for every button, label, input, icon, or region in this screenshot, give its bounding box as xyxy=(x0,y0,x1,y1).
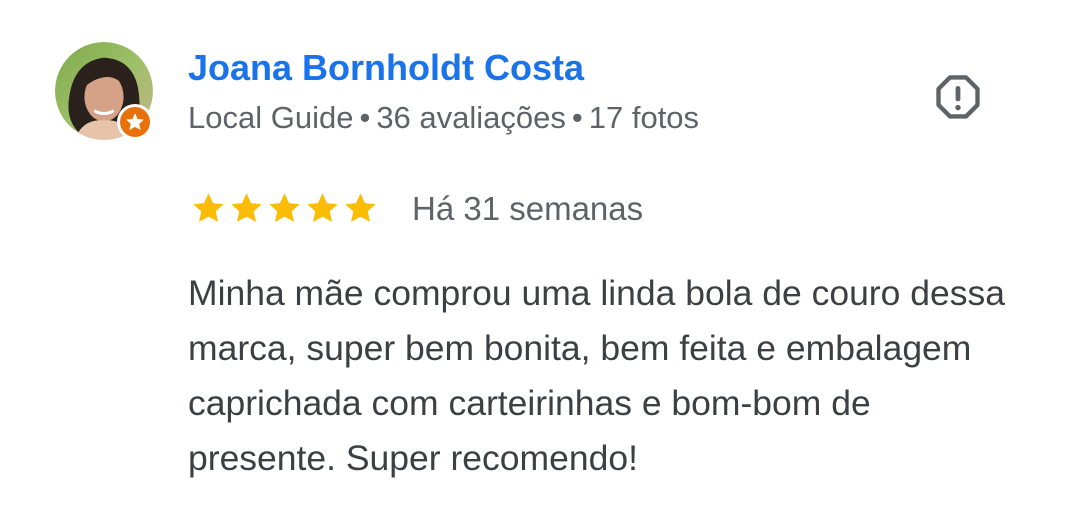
report-review-button[interactable] xyxy=(930,70,986,126)
star-icon xyxy=(345,193,376,222)
local-guide-star-icon xyxy=(120,107,150,137)
star-rating xyxy=(190,190,379,228)
separator-dot: • xyxy=(359,100,371,135)
review-count: 36 avaliações xyxy=(376,100,566,135)
report-flag-icon xyxy=(936,75,980,119)
review-text: Minha mãe comprou uma linda bola de cour… xyxy=(188,273,1005,478)
author-name-link[interactable]: Joana Bornholdt Costa xyxy=(188,46,584,90)
photo-count: 17 fotos xyxy=(588,100,700,135)
review-card: Joana Bornholdt Costa Local Guide • 36 ava… xyxy=(0,0,1080,519)
star-icon xyxy=(193,193,224,222)
author-avatar[interactable] xyxy=(55,42,155,142)
star-icon xyxy=(231,193,262,222)
separator-dot: • xyxy=(571,100,583,135)
local-guide-label: Local Guide xyxy=(188,100,354,135)
review-timestamp: Há 31 semanas xyxy=(412,190,644,227)
star-icon xyxy=(307,193,338,222)
author-meta: Local Guide • 36 avaliações • 17 fotos xyxy=(188,98,699,138)
star-icon xyxy=(269,193,300,222)
local-guide-badge xyxy=(117,104,153,140)
